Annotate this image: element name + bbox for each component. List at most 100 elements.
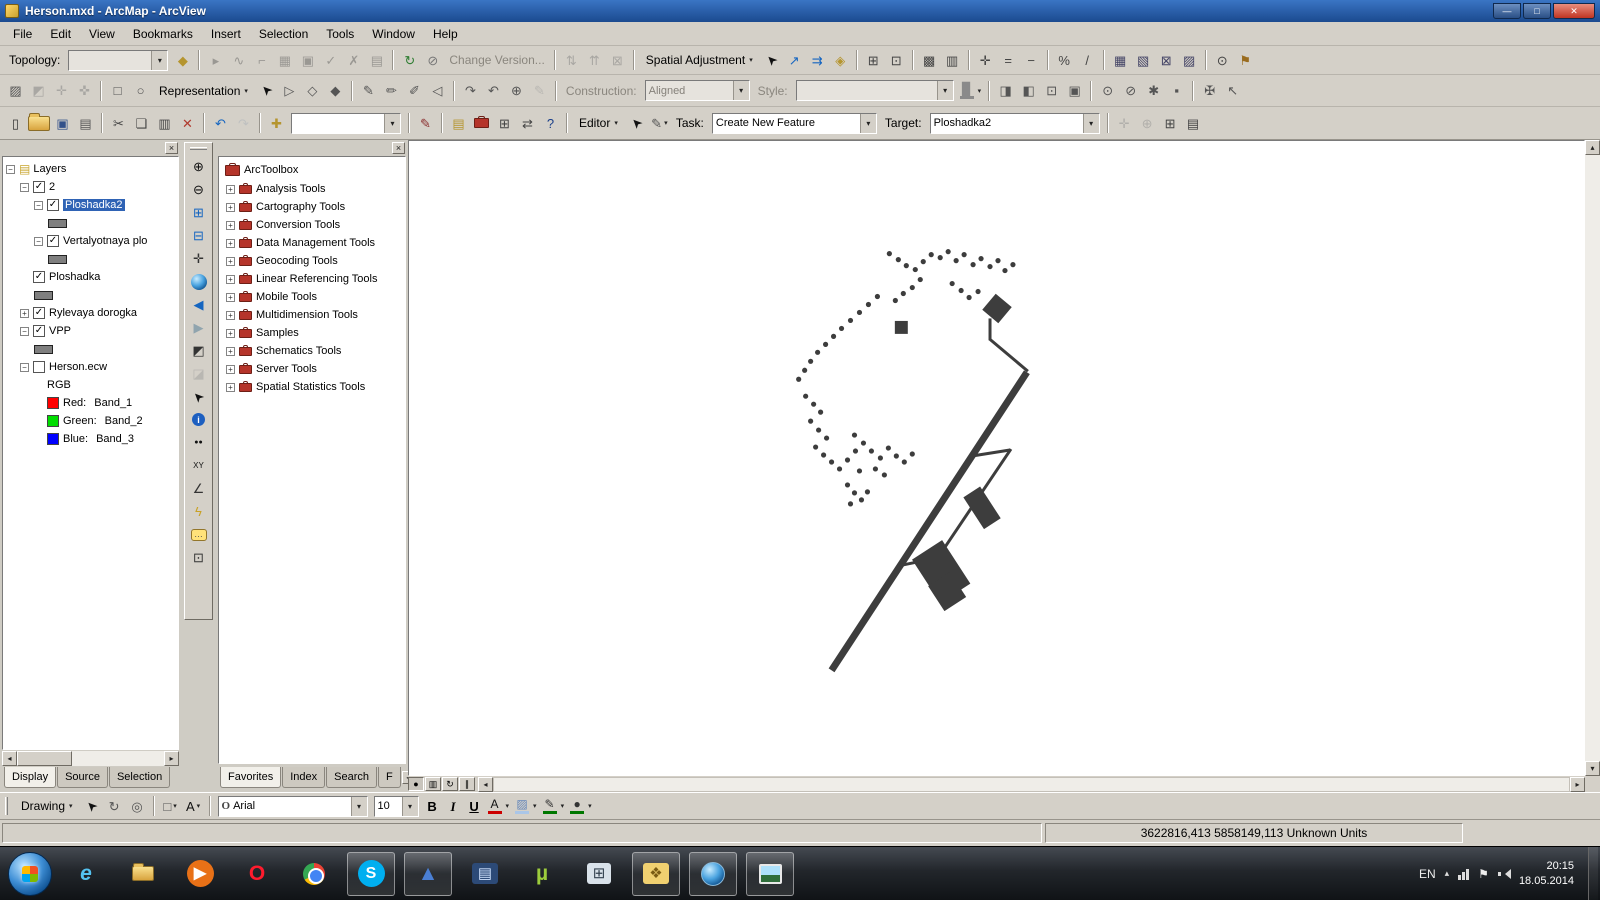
validate-topology-icon[interactable]: ✓	[319, 49, 342, 71]
marker-one-icon[interactable]: ⊙	[1096, 80, 1119, 102]
expand-icon[interactable]: +	[226, 311, 235, 320]
delete-icon[interactable]: ✕	[176, 112, 199, 134]
map-scroll-up-button[interactable]: ▴	[1585, 140, 1600, 155]
display-window-icon[interactable]: ⊡	[1040, 80, 1063, 102]
zoom-to-selected-icon[interactable]: ◎	[126, 795, 149, 817]
windows-explorer-icon[interactable]	[119, 852, 167, 896]
tab-display[interactable]: Display	[4, 767, 56, 788]
layer-visibility-checkbox[interactable]: ✓	[47, 235, 59, 247]
toolbox-item-cartography-tools[interactable]: +Cartography Tools	[219, 198, 405, 216]
collapse-icon[interactable]: −	[6, 165, 15, 174]
sketch-properties-icon[interactable]: ▤	[1182, 112, 1205, 134]
save-map-icon[interactable]: ▣	[51, 112, 74, 134]
toc-horizontal-scrollbar[interactable]: ◂ ▸	[2, 751, 179, 766]
map-scroll-right-button[interactable]: ▸	[1570, 777, 1585, 792]
add-curve-icon[interactable]: ↷	[459, 80, 482, 102]
measure-icon[interactable]: ∠	[186, 477, 211, 500]
start-button[interactable]	[8, 852, 52, 896]
tab-source[interactable]: Source	[57, 767, 108, 788]
map-horizontal-scrollbar[interactable]	[493, 777, 1570, 792]
zoom-in-icon[interactable]: ⊕	[186, 155, 211, 178]
expand-icon[interactable]: +	[20, 309, 29, 318]
representation-menu[interactable]: Representation▾	[152, 80, 255, 102]
add-data-icon[interactable]: ✚	[265, 112, 288, 134]
toc-item-layers[interactable]: −▤Layers	[3, 160, 178, 178]
toc-item-herson-ecw[interactable]: −Herson.ecw	[3, 358, 178, 376]
style-combo[interactable]: ▾	[796, 80, 954, 101]
move-parallel-icon[interactable]: ✠	[1198, 80, 1221, 102]
circle-construct-icon[interactable]: ○	[129, 80, 152, 102]
map-vertical-scrollbar[interactable]: ▴ ▾	[1585, 140, 1600, 776]
toolbox-item-server-tools[interactable]: +Server Tools	[219, 360, 405, 378]
shape-tool-dropdown[interactable]: □▾	[159, 795, 182, 817]
task-combo-dropdown-arrow[interactable]: ▾	[860, 114, 876, 133]
language-indicator[interactable]: EN	[1419, 867, 1436, 881]
modify-edge-icon[interactable]: ∿	[227, 49, 250, 71]
bold-button[interactable]: B	[422, 795, 443, 817]
remove-link-icon[interactable]: −	[1020, 49, 1043, 71]
toolbox-item-analysis-tools[interactable]: +Analysis Tools	[219, 180, 405, 198]
collapse-icon[interactable]: −	[20, 363, 29, 372]
scroll-thumb[interactable]	[17, 751, 72, 766]
underline-button[interactable]: U	[464, 795, 485, 817]
new-displacement-link-icon[interactable]: ↗	[783, 49, 806, 71]
arcglobe-icon[interactable]	[689, 852, 737, 896]
back-extent-icon[interactable]: ◀	[186, 293, 211, 316]
volume-icon[interactable]	[1498, 868, 1510, 880]
notebook-app-icon[interactable]: ▤	[461, 852, 509, 896]
divide-icon[interactable]: /	[1076, 49, 1099, 71]
italic-button[interactable]: I	[443, 795, 464, 817]
command-line-icon[interactable]: ⊞	[493, 112, 516, 134]
toolbox-item-data-management-tools[interactable]: +Data Management Tools	[219, 234, 405, 252]
topology-edit-tool-icon[interactable]: ▸	[204, 49, 227, 71]
grid-one-icon[interactable]: ▦	[1109, 49, 1132, 71]
add-link-icon[interactable]: ✛	[974, 49, 997, 71]
menu-view[interactable]: View	[80, 23, 124, 45]
map-topology-icon[interactable]: ◆	[171, 49, 194, 71]
edge-match-icon[interactable]: ▩	[918, 49, 941, 71]
print-icon[interactable]: ▤	[74, 112, 97, 134]
pyramid-app-icon[interactable]: ▲	[404, 852, 452, 896]
rotate-tool-icon[interactable]: ⊕	[1136, 112, 1159, 134]
layer-visibility-checkbox[interactable]: ✓	[33, 271, 45, 283]
marker-color-dropdown[interactable]: ●▾	[567, 797, 595, 815]
editor-menu[interactable]: Editor▾	[572, 112, 625, 134]
full-extent-icon[interactable]	[186, 270, 211, 293]
map-vscroll-track[interactable]	[1585, 155, 1600, 761]
new-map-icon[interactable]: ▯	[4, 112, 27, 134]
toolbox-item-conversion-tools[interactable]: +Conversion Tools	[219, 216, 405, 234]
menu-insert[interactable]: Insert	[202, 23, 250, 45]
display-full-icon[interactable]: ▣	[1063, 80, 1086, 102]
toolbox-item-geocoding-tools[interactable]: +Geocoding Tools	[219, 252, 405, 270]
scroll-right-button[interactable]: ▸	[164, 751, 179, 766]
internet-explorer-icon[interactable]: e	[62, 852, 110, 896]
task-combo[interactable]: Create New Feature▾	[712, 113, 877, 134]
menu-file[interactable]: File	[4, 23, 41, 45]
tab-favorites[interactable]: Favorites	[220, 767, 281, 788]
arctoolbox-close-icon[interactable]: ×	[392, 142, 405, 154]
minimize-button[interactable]: —	[1493, 3, 1521, 19]
layer-visibility-checkbox[interactable]: ✓	[33, 325, 45, 337]
font-family-combo[interactable]: OArial▾	[218, 796, 368, 817]
copy-icon[interactable]: ❏	[130, 112, 153, 134]
line-color-dropdown[interactable]: ✎▾	[540, 797, 568, 815]
select-by-rectangle-icon[interactable]: ◩	[186, 339, 211, 362]
post-version-icon[interactable]: ⇈	[583, 49, 606, 71]
menu-help[interactable]: Help	[424, 23, 467, 45]
layer-visibility-checkbox[interactable]: ✓	[33, 307, 45, 319]
auto-complete-polygon-icon[interactable]: ▦	[273, 49, 296, 71]
tab-f[interactable]: F	[378, 767, 401, 788]
arctoolbox-icon[interactable]	[470, 112, 493, 134]
chrome-icon[interactable]	[290, 852, 338, 896]
forward-extent-icon[interactable]: ▶	[186, 316, 211, 339]
scroll-track[interactable]	[72, 751, 164, 766]
html-popup-icon[interactable]: …	[186, 523, 211, 546]
paste-icon[interactable]: ▥	[153, 112, 176, 134]
toc-symbol-row[interactable]	[3, 214, 178, 232]
toc-item-blue[interactable]: Blue:Band_3	[3, 430, 178, 448]
tab-index[interactable]: Index	[282, 767, 325, 788]
scroll-left-button[interactable]: ◂	[2, 751, 17, 766]
move-anchor-icon[interactable]: ✜	[73, 80, 96, 102]
trace-icon[interactable]: ⊙	[1211, 49, 1234, 71]
expand-icon[interactable]: +	[226, 365, 235, 374]
